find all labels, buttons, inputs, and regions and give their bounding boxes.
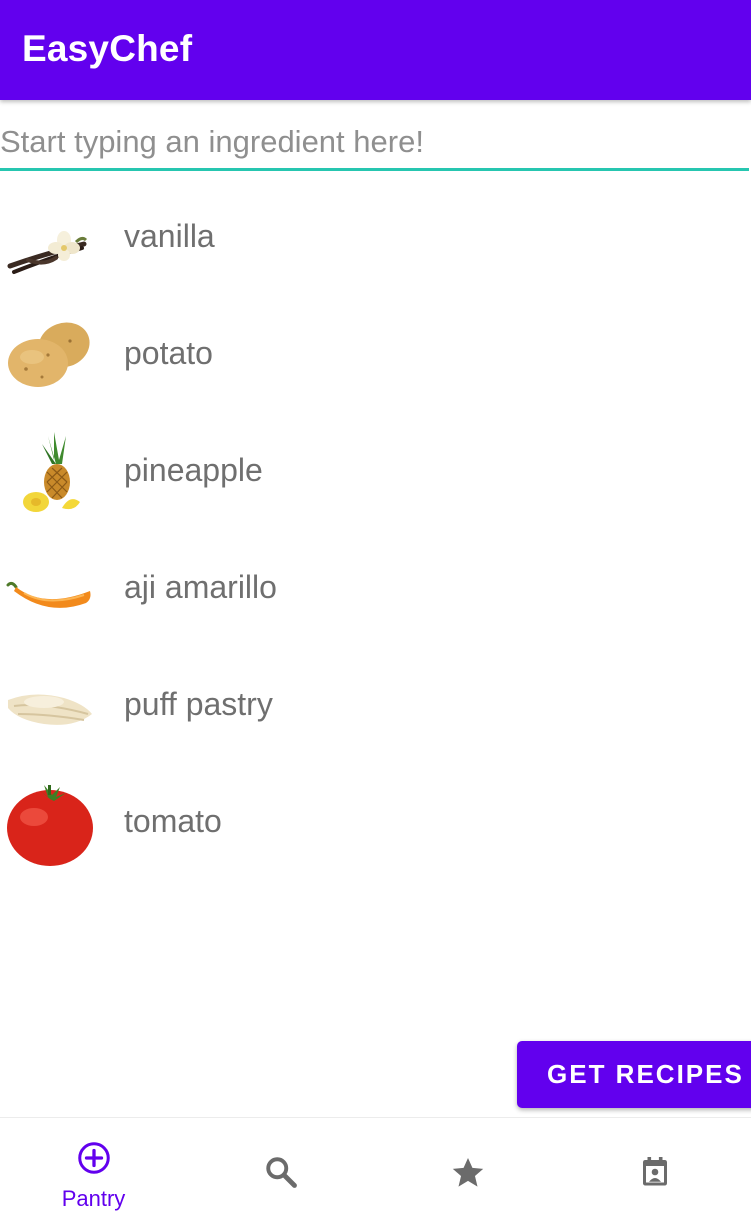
ingredient-name: potato bbox=[124, 335, 213, 371]
bottom-navigation: Pantry bbox=[0, 1117, 751, 1217]
ingredient-name: puff pastry bbox=[124, 686, 273, 722]
nav-item-search[interactable] bbox=[187, 1118, 374, 1217]
nav-item-planner[interactable] bbox=[561, 1118, 748, 1217]
add-circle-icon bbox=[77, 1142, 110, 1174]
ingredient-name: vanilla bbox=[124, 218, 215, 254]
tomato-icon bbox=[7, 785, 93, 866]
list-item-vanilla[interactable]: vanilla bbox=[0, 180, 751, 297]
nav-item-favorites[interactable] bbox=[374, 1118, 561, 1217]
list-item-puff-pastry[interactable]: puff pastry bbox=[0, 648, 751, 765]
ingredient-name: pineapple bbox=[124, 452, 263, 488]
pineapple-icon bbox=[23, 432, 80, 512]
pepper-icon bbox=[6, 581, 91, 608]
ingredient-name: aji amarillo bbox=[124, 569, 277, 605]
search-icon bbox=[265, 1157, 297, 1188]
ingredient-list: vanilla potato pineapple aji amarillo pu… bbox=[0, 180, 751, 882]
app-title: EasyChef bbox=[22, 28, 193, 69]
list-item-potato[interactable]: potato bbox=[0, 297, 751, 414]
list-item-pineapple[interactable]: pineapple bbox=[0, 414, 751, 531]
potato-icon bbox=[8, 322, 90, 387]
get-recipes-button[interactable]: GET RECIPES bbox=[517, 1041, 751, 1108]
calendar-icon bbox=[642, 1157, 667, 1186]
nav-label-pantry: Pantry bbox=[61, 1186, 126, 1211]
ingredient-search-input[interactable] bbox=[0, 116, 749, 171]
nav-item-pantry[interactable]: Pantry bbox=[0, 1118, 187, 1217]
ingredient-name: tomato bbox=[124, 803, 222, 839]
list-item-aji-amarillo[interactable]: aji amarillo bbox=[0, 531, 751, 648]
star-icon bbox=[452, 1157, 483, 1187]
list-item-tomato[interactable]: tomato bbox=[0, 765, 751, 882]
vanilla-icon bbox=[7, 231, 88, 274]
app-bar: EasyChef bbox=[0, 0, 751, 100]
pastry-icon bbox=[8, 694, 92, 725]
